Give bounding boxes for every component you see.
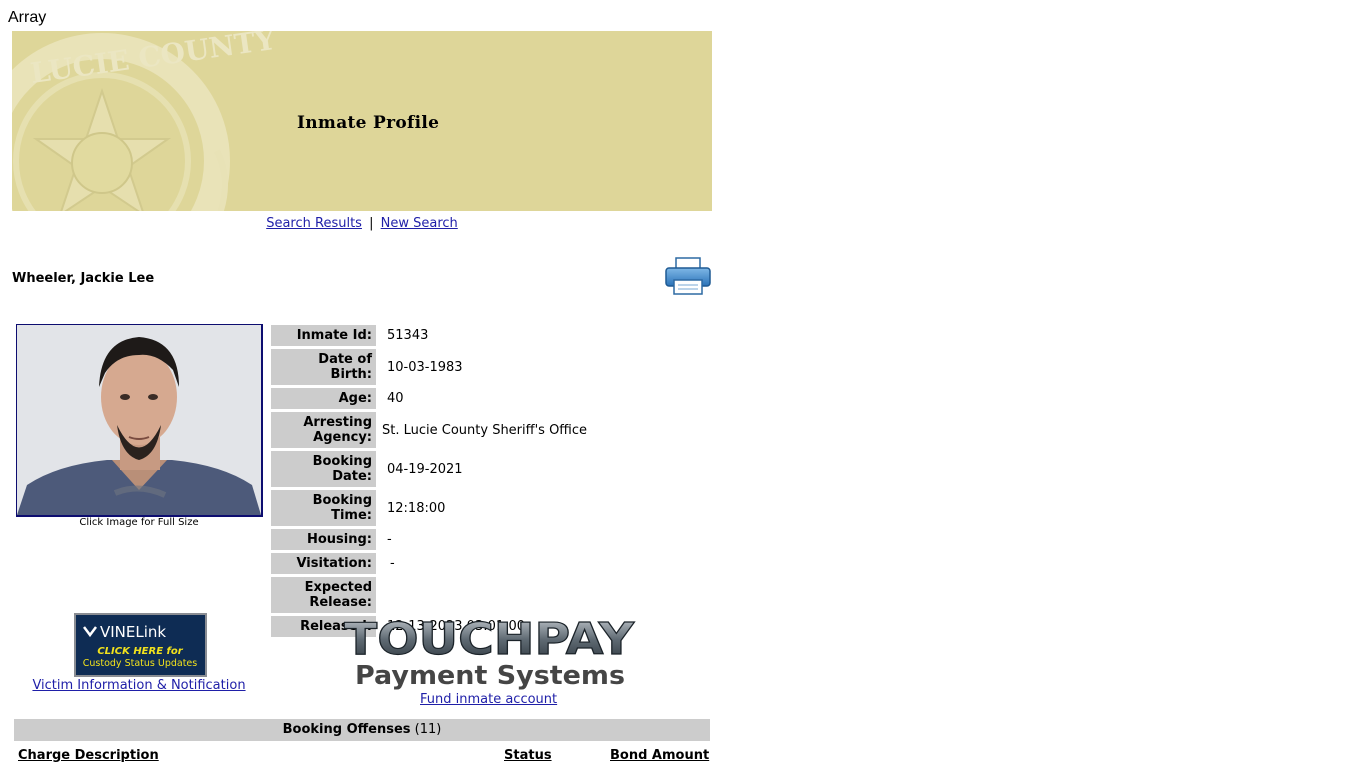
field-row-inmate-id: Inmate Id: 51343 — [271, 325, 587, 346]
inmate-details-table: Inmate Id: 51343 Date of Birth: 10-03-19… — [271, 325, 587, 640]
inmate-name: Wheeler, Jackie Lee — [12, 271, 155, 286]
booking-offenses-header: Booking Offenses (11) — [14, 719, 710, 741]
field-value: 40 — [387, 391, 404, 406]
field-label: Booking Date: — [271, 451, 376, 487]
field-value: 10-03-1983 — [387, 359, 463, 375]
field-label: Expected Release: — [271, 577, 376, 613]
field-row-age: Age: 40 — [271, 388, 587, 409]
field-row-housing: Housing: - — [271, 529, 587, 550]
printer-icon[interactable] — [664, 256, 712, 296]
page-title: Inmate Profile — [297, 113, 440, 133]
field-label: Housing: — [271, 529, 376, 550]
touchpay-subtitle: Payment Systems — [355, 661, 625, 690]
touchpay-logo-text: TOUCHPAY — [344, 614, 635, 665]
field-label: Arresting Agency: — [271, 412, 376, 448]
debug-array-text: Array — [8, 9, 47, 26]
booking-offenses-title: Booking Offenses — [282, 722, 411, 737]
column-header-charge-description[interactable]: Charge Description — [18, 748, 159, 763]
header-banner: LUCIE COUNTY Inmate Profile — [12, 31, 712, 211]
field-value: St. Lucie County Sheriff's Office — [382, 422, 588, 438]
field-label: Inmate Id: — [271, 325, 376, 346]
victim-information-link[interactable]: Victim Information & Notification — [32, 678, 245, 693]
new-search-link[interactable]: New Search — [381, 216, 458, 231]
vinelink-logo-text: VINELink — [100, 623, 166, 641]
vinelink-banner[interactable]: VINELink CLICK HERE for Custody Status U… — [74, 613, 207, 677]
nav-separator: | — [369, 216, 374, 231]
sheriff-seal-icon: LUCIE COUNTY — [12, 31, 278, 211]
photo-caption: Click Image for Full Size — [79, 517, 199, 528]
field-value: 12:18:00 — [387, 500, 446, 516]
field-row-visitation: Visitation: - — [271, 553, 587, 574]
field-value: - — [390, 556, 395, 571]
field-label: Date of Birth: — [271, 349, 376, 385]
vinelink-cta-line2: Custody Status Updates — [83, 658, 198, 669]
column-header-status[interactable]: Status — [504, 748, 552, 763]
booking-offenses-count: (11) — [414, 722, 442, 737]
column-header-bond-amount[interactable]: Bond Amount — [610, 748, 709, 763]
field-value: 04-19-2021 — [387, 461, 463, 477]
field-label: Booking Time: — [271, 490, 376, 526]
field-value — [376, 577, 387, 613]
field-row-dob: Date of Birth: 10-03-1983 — [271, 349, 587, 385]
touchpay-logo[interactable]: TOUCHPAY Payment Systems — [344, 614, 636, 690]
field-row-arresting-agency: Arresting Agency: St. Lucie County Sherif… — [271, 412, 587, 448]
mugshot-icon — [17, 325, 261, 515]
field-value: 51343 — [387, 328, 429, 343]
field-label: Visitation: — [271, 553, 376, 574]
search-results-link[interactable]: Search Results — [266, 216, 362, 231]
field-row-booking-time: Booking Time: 12:18:00 — [271, 490, 587, 526]
breadcrumb: Search Results | New Search — [12, 216, 712, 231]
field-row-booking-date: Booking Date: 04-19-2021 — [271, 451, 587, 487]
field-label: Age: — [271, 388, 376, 409]
vinelink-cta-line1: CLICK HERE for — [97, 646, 183, 657]
field-row-expected-release: Expected Release: — [271, 577, 587, 613]
fund-inmate-account-link[interactable]: Fund inmate account — [420, 692, 557, 707]
field-value: - — [387, 532, 392, 547]
inmate-photo[interactable] — [16, 324, 263, 517]
